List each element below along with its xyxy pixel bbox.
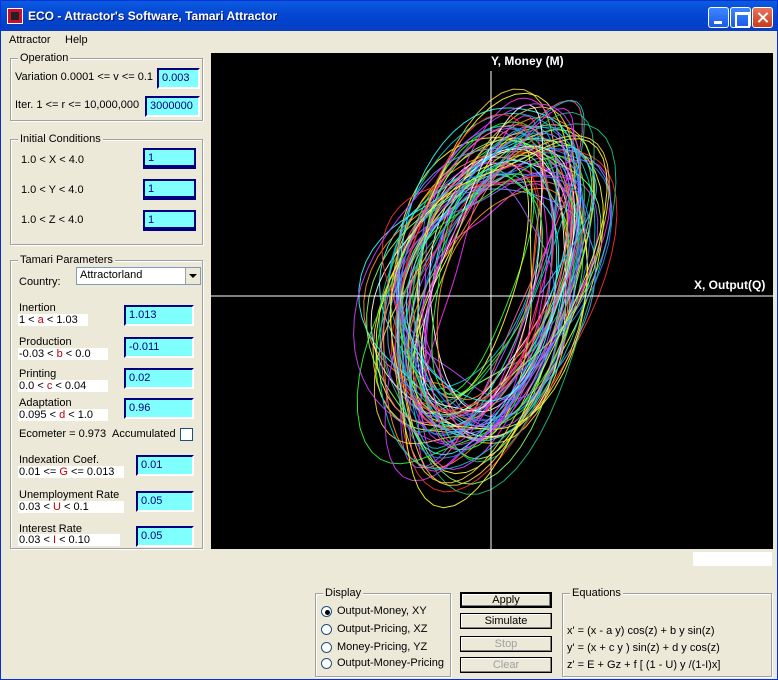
close-button[interactable]: [752, 7, 773, 28]
x-axis-label: X, Output(Q): [694, 278, 766, 292]
y-axis-label: Y, Money (M): [491, 54, 564, 68]
app-icon[interactable]: [7, 8, 23, 24]
indexation-field[interactable]: 0.01: [136, 455, 194, 476]
maximize-button[interactable]: [730, 7, 751, 28]
option-output-money[interactable]: Output-Money, XY: [337, 605, 427, 617]
initial-conditions-group: Initial Conditions 1.0 < X < 4.0 1 1.0 <…: [10, 133, 203, 245]
iter-field[interactable]: 3000000: [145, 96, 200, 117]
window-title: ECO - Attractor's Software, Tamari Attra…: [28, 9, 278, 23]
title-bar[interactable]: ECO - Attractor's Software, Tamari Attra…: [1, 1, 777, 31]
simulate-button[interactable]: Simulate: [460, 613, 552, 629]
equation-z: z' = E + Gz + f [ (1 - U) y /(1-I)x]: [567, 659, 721, 671]
minimize-button[interactable]: [708, 7, 729, 28]
country-value: Attractorland: [80, 269, 143, 281]
interest-range: 0.03 < I < 0.10: [18, 534, 120, 546]
display-legend: Display: [323, 587, 364, 599]
radio-money-pricing[interactable]: [321, 642, 332, 653]
apply-button[interactable]: Apply: [460, 592, 552, 608]
iter-label: Iter. 1 <= r <= 10,000,000: [15, 99, 140, 111]
menu-bar: Attractor Help: [1, 31, 777, 49]
attractor-canvas: [211, 71, 773, 549]
indexation-range: 0.01 <= G <= 0.013: [18, 466, 124, 478]
initial-conditions-legend: Initial Conditions: [18, 133, 103, 145]
inertion-name: Inertion: [19, 302, 56, 314]
country-select[interactable]: Attractorland: [76, 267, 201, 285]
app-window: ECO - Attractor's Software, Tamari Attra…: [0, 0, 778, 680]
status-field: [693, 552, 772, 566]
printing-range: 0.0 < c < 0.04: [18, 380, 108, 392]
interest-field[interactable]: 0.05: [136, 526, 194, 547]
equation-x: x' = (x - a y) cos(z) + b y sin(z): [567, 625, 715, 637]
unemployment-name: Unemployment Rate: [19, 489, 120, 501]
attractor-plot[interactable]: Y, Money (M) X, Output(Q): [211, 53, 773, 549]
option-money-pricing[interactable]: Money-Pricing, YZ: [337, 641, 427, 653]
trajectory-group: [353, 88, 618, 509]
x-condition-field[interactable]: 1: [143, 148, 196, 169]
production-range: -0.03 < b < 0.0: [18, 348, 108, 360]
display-group: Display Output-Money, XY Output-Pricing,…: [315, 587, 451, 677]
menu-attractor[interactable]: Attractor: [9, 34, 51, 46]
radio-output-money-pricing[interactable]: [321, 658, 332, 669]
indexation-name: Indexation Coef.: [19, 454, 100, 466]
adaptation-name: Adaptation: [19, 397, 72, 409]
equation-y: y' = (x + c y ) sin(z) + d y cos(z): [567, 642, 720, 654]
printing-name: Printing: [19, 368, 57, 380]
equations-legend: Equations: [570, 587, 623, 599]
unemployment-range: 0.03 < U < 0.1: [18, 501, 124, 513]
radio-output-pricing[interactable]: [321, 624, 332, 635]
tamari-parameters-group: Tamari Parameters Country: Attractorland…: [10, 254, 203, 549]
inertion-field[interactable]: 1.013: [124, 305, 194, 326]
production-name: Production: [19, 336, 72, 348]
stop-button[interactable]: Stop: [460, 636, 552, 652]
inertion-range: 1 < a < 1.03: [18, 314, 88, 326]
unemployment-field[interactable]: 0.05: [136, 491, 194, 512]
adaptation-field[interactable]: 0.96: [124, 398, 194, 419]
printing-field[interactable]: 0.02: [124, 368, 194, 389]
country-label: Country:: [19, 276, 61, 288]
variation-label: Variation 0.0001 <= v <= 0.1: [15, 71, 154, 83]
option-output-money-pricing[interactable]: Output-Money-Pricing: [337, 657, 444, 669]
menu-help[interactable]: Help: [65, 34, 88, 46]
operation-legend: Operation: [18, 52, 71, 64]
clear-button[interactable]: Clear: [460, 657, 552, 673]
production-field[interactable]: -0.011: [124, 337, 194, 358]
adaptation-range: 0.095 < d < 1.0: [18, 409, 108, 421]
y-condition-field[interactable]: 1: [143, 179, 196, 200]
accumulated-checkbox[interactable]: [180, 428, 193, 441]
chevron-down-icon[interactable]: [185, 268, 200, 284]
x-condition-label: 1.0 < X < 4.0: [21, 154, 84, 166]
variation-field[interactable]: 0.003: [157, 68, 200, 89]
z-condition-field[interactable]: 1: [143, 210, 196, 231]
radio-output-money[interactable]: [321, 606, 332, 617]
option-output-pricing[interactable]: Output-Pricing, XZ: [337, 623, 427, 635]
ecometer-label: Ecometer = 0.973: [19, 428, 107, 440]
tamari-legend: Tamari Parameters: [18, 254, 115, 266]
y-condition-label: 1.0 < Y < 4.0: [21, 184, 84, 196]
equations-group: Equations x' = (x - a y) cos(z) + b y si…: [562, 587, 772, 677]
operation-group: Operation Variation 0.0001 <= v <= 0.1 0…: [10, 52, 203, 121]
accumulated-label: Accumulated: [112, 428, 176, 440]
z-condition-label: 1.0 < Z < 4.0: [21, 214, 84, 226]
